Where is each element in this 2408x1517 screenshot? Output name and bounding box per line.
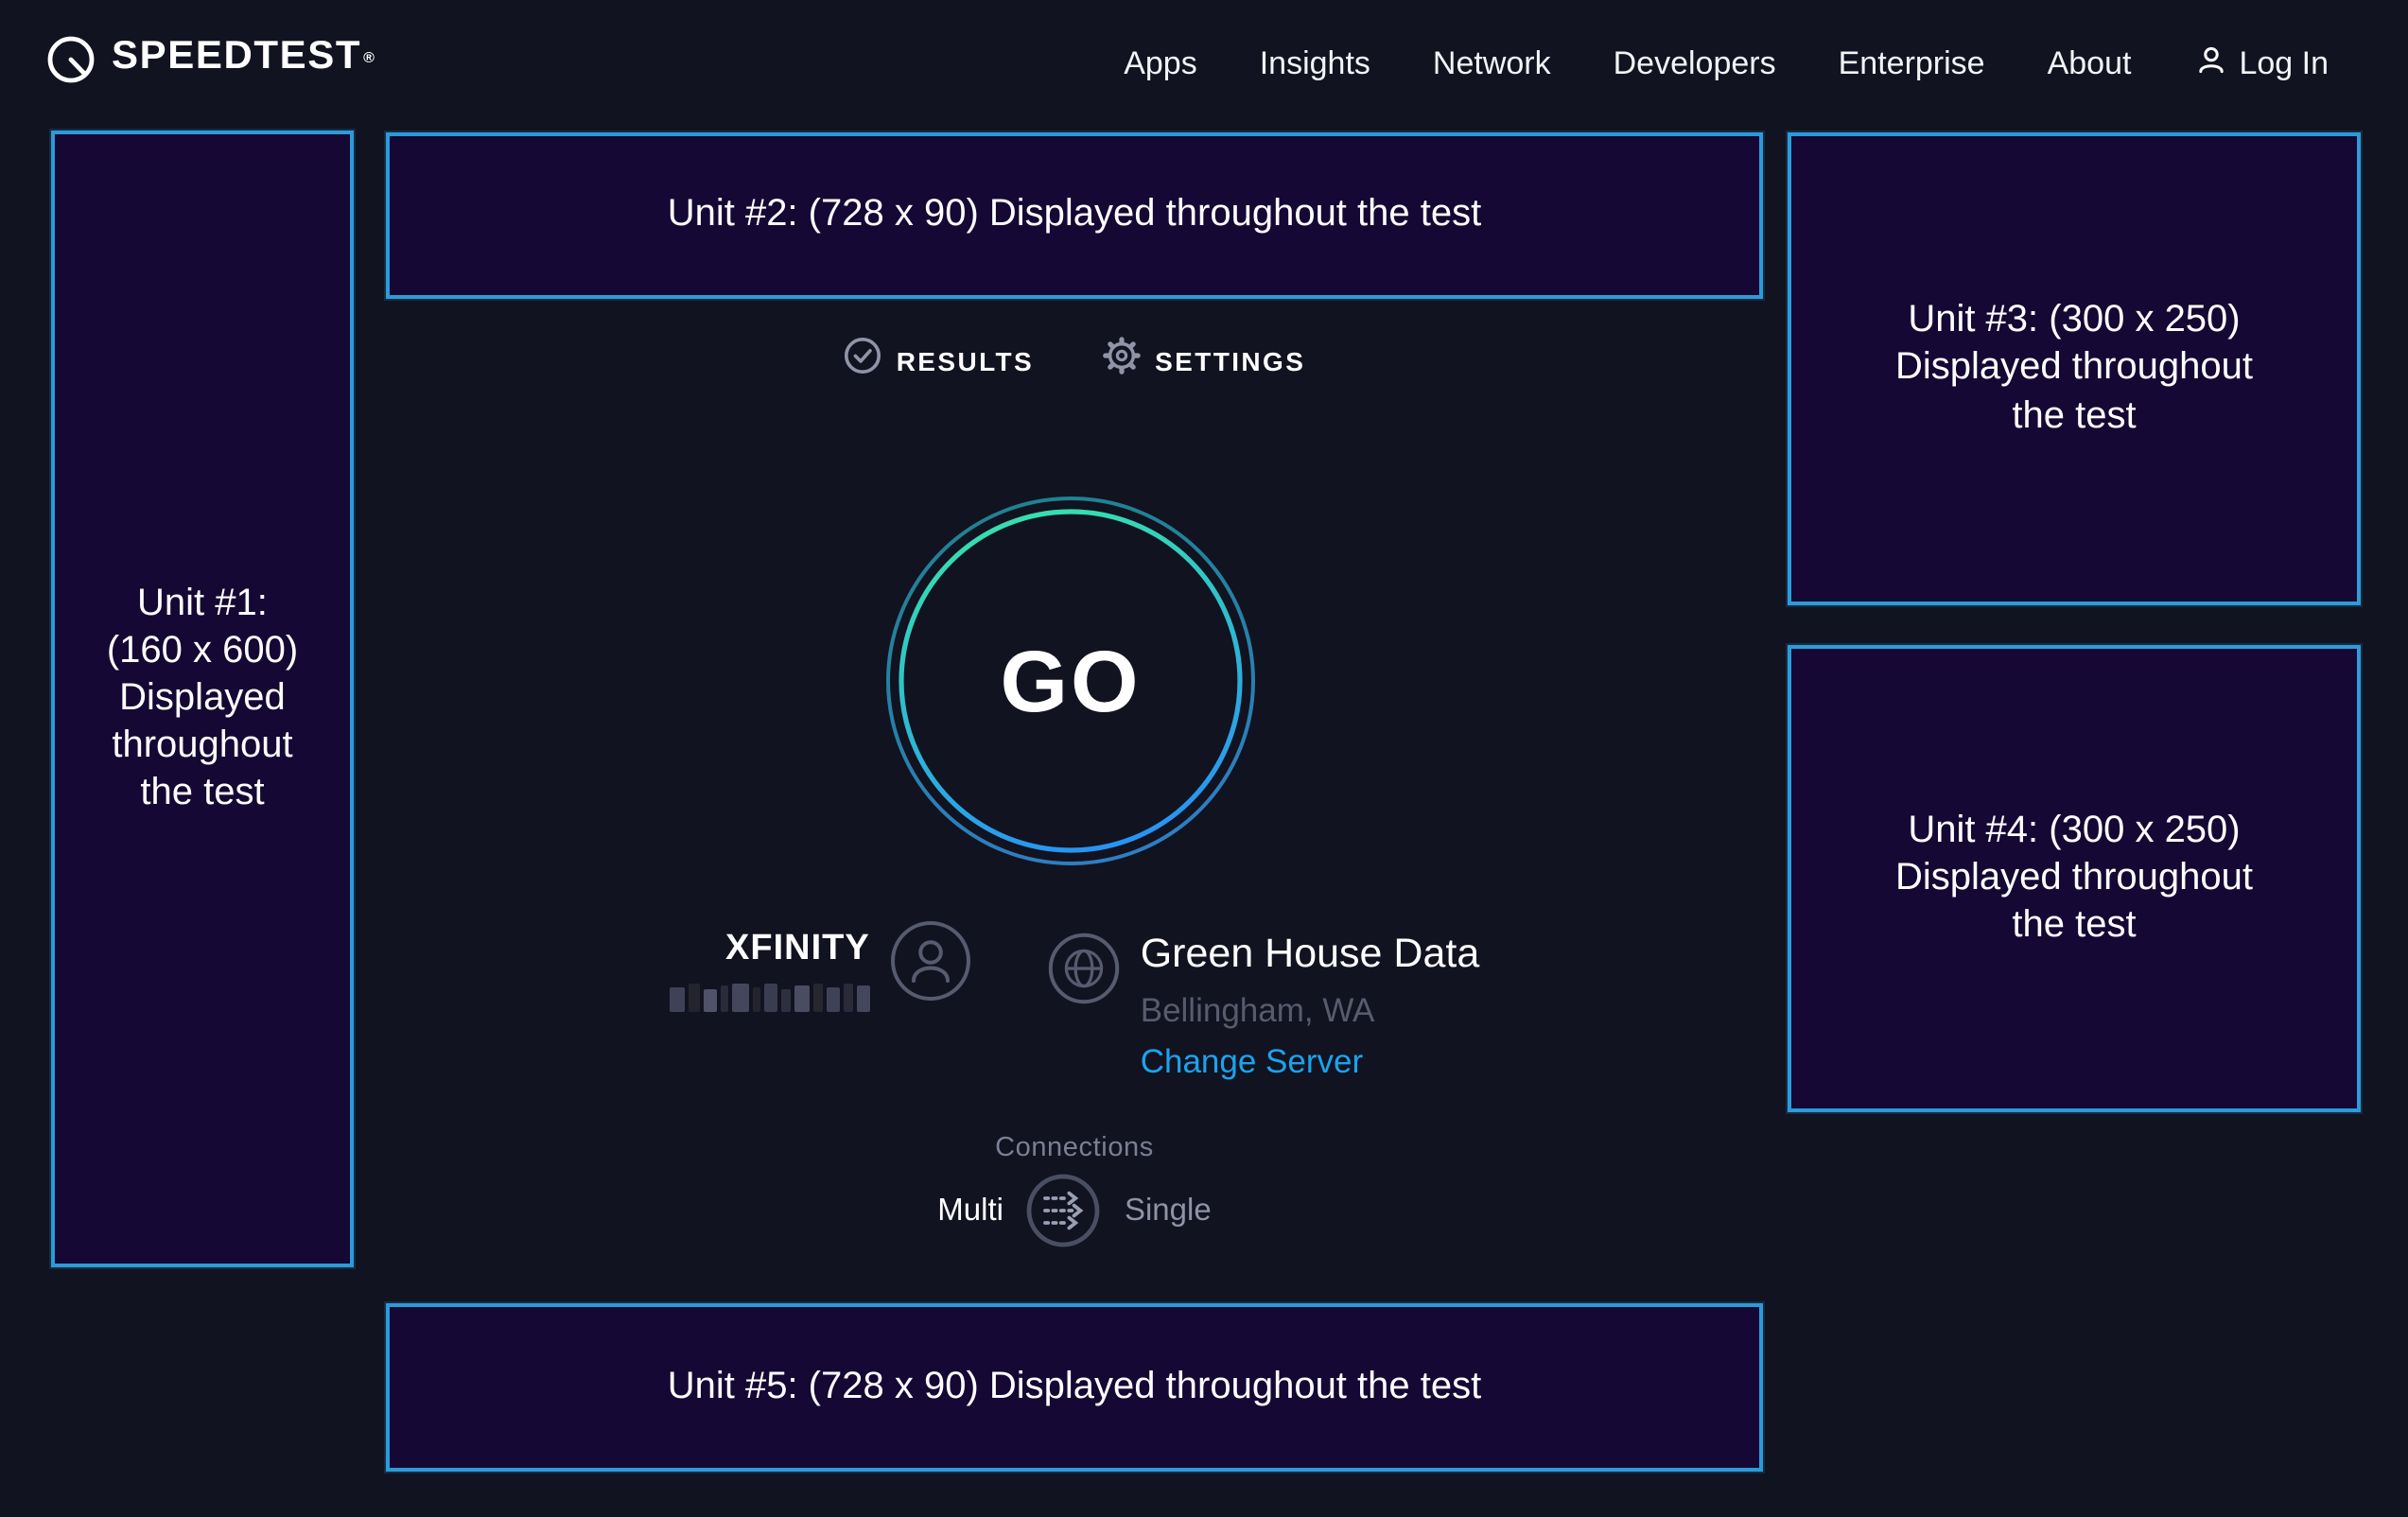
nav-links: Apps Insights Network Developers Enterpr… — [1124, 43, 2329, 82]
server-block: Green House Data Bellingham, WA Change S… — [1141, 919, 1480, 1082]
ad-unit-5-leaderboard: Unit #5: (728 x 90) Displayed throughout… — [386, 1303, 1763, 1472]
speedtest-logo[interactable]: SPEEDTEST® — [45, 30, 376, 95]
ad-unit-2-text: Unit #2: (728 x 90) Displayed throughout… — [668, 192, 1482, 239]
connections-option-multi[interactable]: Multi — [937, 1193, 1003, 1229]
isp-name: XFINITY — [670, 931, 870, 970]
ad-unit-5-text: Unit #5: (728 x 90) Displayed throughout… — [668, 1364, 1482, 1411]
results-settings-tabs: RESULTS SETTINGS — [386, 337, 1763, 384]
user-icon — [2193, 43, 2227, 82]
server-location: Bellingham, WA — [1141, 994, 1480, 1027]
server-globe-icon — [1048, 933, 1120, 1082]
ad-unit-1-skyscraper: Unit #1: (160 x 600) Displayed throughou… — [51, 131, 354, 1267]
spacer — [972, 919, 1048, 1082]
ad-unit-4-rectangle: Unit #4: (300 x 250) Displayed throughou… — [1788, 645, 2361, 1112]
speedtest-page: SPEEDTEST® Apps Insights Network Develop… — [0, 0, 2408, 1517]
trademark-symbol: ® — [363, 49, 375, 66]
connections-toggle-row: Multi Single — [386, 1173, 1763, 1248]
nav-item-about[interactable]: About — [2048, 46, 2132, 78]
ad-unit-1-text: Unit #1: (160 x 600) Displayed throughou… — [107, 580, 298, 818]
connections-toggle-button[interactable] — [1026, 1173, 1102, 1248]
tab-results-label: RESULTS — [897, 345, 1034, 375]
server-name: Green House Data — [1141, 934, 1480, 975]
change-server-link[interactable]: Change Server — [1141, 1046, 1363, 1079]
nav-item-developers[interactable]: Developers — [1614, 46, 1776, 78]
tab-settings[interactable]: SETTINGS — [1102, 337, 1305, 384]
login-label: Log In — [2239, 46, 2329, 78]
tab-results[interactable]: RESULTS — [844, 337, 1034, 384]
go-button[interactable]: GO — [872, 482, 1269, 880]
nav-item-network[interactable]: Network — [1433, 46, 1551, 78]
go-button-label: GO — [872, 482, 1269, 880]
check-circle-icon — [844, 337, 881, 384]
nav-item-apps[interactable]: Apps — [1124, 46, 1197, 78]
ad-unit-2-leaderboard: Unit #2: (728 x 90) Displayed throughout… — [386, 132, 1763, 299]
ad-unit-3-rectangle: Unit #3: (300 x 250) Displayed throughou… — [1788, 132, 2361, 605]
isp-user-icon — [889, 919, 972, 1082]
isp-details-censored — [670, 984, 870, 1012]
connections-label: Connections — [386, 1133, 1763, 1163]
connection-info-row: XFINITY Green House Data Bellingham, WA … — [386, 919, 1763, 1082]
login-button[interactable]: Log In — [2193, 43, 2329, 82]
ad-unit-3-text: Unit #3: (300 x 250) Displayed throughou… — [1895, 297, 2253, 440]
speedometer-gauge-icon — [45, 30, 96, 95]
nav-item-enterprise[interactable]: Enterprise — [1839, 46, 1985, 78]
ad-unit-4-text: Unit #4: (300 x 250) Displayed throughou… — [1895, 807, 2253, 950]
brand-name: SPEEDTEST® — [112, 30, 376, 81]
top-navigation-bar: SPEEDTEST® Apps Insights Network Develop… — [0, 0, 2408, 125]
gear-icon — [1102, 337, 1140, 384]
connections-option-single[interactable]: Single — [1125, 1193, 1212, 1229]
tab-settings-label: SETTINGS — [1155, 345, 1305, 375]
isp-block: XFINITY — [670, 931, 870, 1082]
nav-item-insights[interactable]: Insights — [1260, 46, 1370, 78]
